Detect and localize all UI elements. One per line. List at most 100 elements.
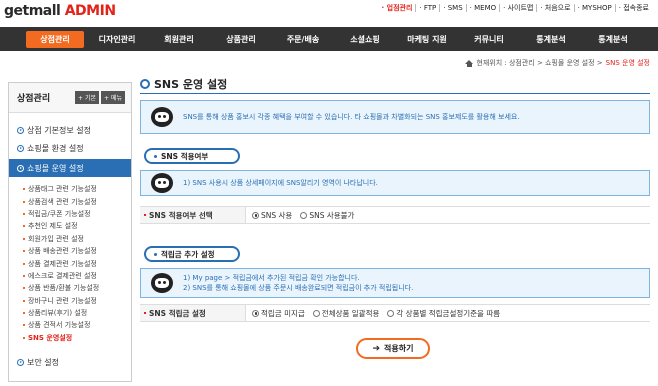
radio-label: 적립금 미지급	[261, 308, 305, 318]
label-text: SNS 적립금 설정	[149, 308, 206, 318]
radio-label: SNS 사용	[261, 210, 293, 220]
sub-item-label: SNS 운영설정	[28, 333, 73, 342]
page-title-text: SNS 운영 설정	[154, 78, 228, 91]
sub-item-review[interactable]: 상품리뷰(후기) 설정	[23, 307, 131, 319]
sns-info-box: 1) SNS 사용시 상품 상세페이지에 SNS알리기 영역이 나타납니다.	[140, 170, 650, 196]
sub-item-sns[interactable]: SNS 운영설정	[23, 332, 131, 344]
sub-item-label: 회원가입 관련 설정	[28, 234, 84, 243]
nav-community[interactable]: 커뮤니티	[460, 31, 518, 48]
nav-stats-2[interactable]: 통계분석	[584, 31, 642, 48]
apply-button[interactable]: ➔ 적용하기	[356, 338, 430, 359]
top-link-sms[interactable]: · SMS	[439, 4, 465, 12]
nav-stats-1[interactable]: 통계분석	[522, 31, 580, 48]
radio-label: 전체상품 일괄적용	[321, 308, 380, 318]
home-icon	[465, 59, 474, 67]
nav-social[interactable]: 소셜쇼핑	[336, 31, 394, 48]
circle-icon	[140, 79, 150, 89]
points-info-1: 1) My page > 적립금에서 추가된 적립금 확인 가능합니다.	[183, 274, 360, 282]
sidebar: 상점관리 + 기본 + 메뉴 상점 기본정보 설정 쇼핑몰 환경 설정 쇼핑몰 …	[8, 82, 132, 382]
sub-item-label: 상품검색 관련 기능설정	[28, 197, 97, 206]
breadcrumb-path: 현재위치 : 상점관리 > 쇼핑몰 운영 설정 >	[476, 59, 603, 67]
sidebar-item-label: 상점 기본정보 설정	[27, 125, 91, 135]
top-link-home[interactable]: · 처음으로	[536, 4, 573, 12]
sub-item-refund[interactable]: 상품 반품/환불 기능설정	[23, 282, 131, 294]
nav-store[interactable]: 상점관리	[26, 30, 84, 48]
nav-design[interactable]: 디자인관리	[88, 31, 146, 48]
points-setting-label: SNS 적립금 설정	[140, 305, 246, 321]
radio-sns-use[interactable]: SNS 사용	[252, 210, 292, 221]
title-divider	[140, 93, 650, 94]
sub-item-quote[interactable]: 상품 견적서 기능설정	[23, 319, 131, 331]
radio-points-per-product[interactable]: 각 상품별 적립금설정기준을 따름	[387, 308, 500, 319]
nav-order[interactable]: 주문/배송	[274, 31, 332, 48]
label-text: SNS 적용여부 선택	[149, 210, 213, 220]
radio-label: 각 상품별 적립금설정기준을 따름	[396, 308, 501, 318]
sub-item-label: 상품 배송관련 기능설정	[28, 247, 97, 256]
sub-item-label: 장바구니 관련 기능설정	[28, 296, 97, 305]
main-nav: 상점관리 디자인관리 회원관리 상품관리 주문/배송 소셜쇼핑 마케팅 지원 커…	[0, 27, 658, 51]
arrow-right-icon: ➔	[372, 343, 381, 354]
radio-points-none[interactable]: 적립금 미지급	[252, 308, 305, 319]
points-setting-row: SNS 적립금 설정 적립금 미지급 전체상품 일괄적용 각 상품별 적립금설정…	[140, 304, 650, 322]
page-title: SNS 운영 설정	[140, 76, 650, 92]
apply-button-label: 적용하기	[384, 344, 414, 353]
section-points: 적립금 추가 설정	[144, 246, 240, 262]
top-link-sitemap[interactable]: · 사이트맵	[499, 4, 536, 12]
sub-item-label: 상품 반품/환불 기능설정	[28, 284, 100, 293]
sidebar-item-store-info[interactable]: 상점 기본정보 설정	[9, 121, 131, 139]
logo[interactable]: getmall ADMIN	[4, 3, 116, 19]
points-info-box: 1) My page > 적립금에서 추가된 적립금 확인 가능합니다. 2) …	[140, 268, 650, 298]
radio-indicator[interactable]	[300, 211, 308, 219]
sidebar-item-environment[interactable]: 쇼핑몰 환경 설정	[9, 139, 131, 157]
sidebar-item-security[interactable]: 보안 설정	[9, 353, 131, 371]
sidebar-header: 상점관리 + 기본 + 메뉴	[9, 83, 131, 113]
radio-indicator[interactable]	[387, 309, 395, 317]
sub-item-signup[interactable]: 회원가입 관련 설정	[23, 233, 131, 245]
main-content: SNS 운영 설정 SNS를 통해 상품 홍보시 각종 혜택을 부여할 수 있습…	[140, 76, 650, 359]
top-link-myshop[interactable]: · MYSHOP	[573, 4, 615, 12]
sns-apply-label: SNS 적용여부 선택	[140, 207, 246, 223]
sidebar-menu-button[interactable]: + 메뉴	[101, 91, 125, 104]
breadcrumb-current: SNS 운영 설정	[605, 59, 650, 67]
sub-item-label: 상품 견적서 기능설정	[28, 321, 91, 330]
breadcrumb: 현재위치 : 상점관리 > 쇼핑몰 운영 설정 > SNS 운영 설정	[465, 58, 650, 68]
radio-points-all[interactable]: 전체상품 일괄적용	[312, 308, 380, 319]
sidebar-basic-button[interactable]: + 기본	[75, 91, 100, 104]
arrow-circle-icon	[17, 126, 24, 134]
nav-product[interactable]: 상품관리	[212, 31, 270, 48]
robot-icon	[151, 107, 173, 127]
sns-info-text: 1) SNS 사용시 상품 상세페이지에 SNS알리기 영역이 나타납니다.	[183, 179, 378, 187]
sub-item-label: 에스크로 결제관련 설정	[28, 271, 97, 280]
sub-item-cart[interactable]: 장바구니 관련 기능설정	[23, 295, 131, 307]
sub-item-search[interactable]: 상품검색 관련 기능설정	[23, 195, 131, 207]
sub-item-label: 적립금/쿠폰 기능설정	[28, 209, 91, 218]
sub-item-shipping[interactable]: 상품 배송관련 기능설정	[23, 245, 131, 257]
sub-item-tag[interactable]: 상품태그 관련 기능설정	[23, 183, 131, 195]
top-link-ftp[interactable]: · FTP	[415, 4, 439, 12]
sub-item-label: 추천인 제도 설정	[28, 222, 78, 231]
logo-part2: ADMIN	[64, 3, 116, 19]
radio-sns-disabled[interactable]: SNS 사용불가	[300, 210, 354, 221]
sns-apply-row: SNS 적용여부 선택 SNS 사용 SNS 사용불가	[140, 206, 650, 224]
sub-item-escrow[interactable]: 에스크로 결제관련 설정	[23, 270, 131, 282]
top-link-memo[interactable]: · MEMO	[465, 4, 499, 12]
sub-item-label: 상품 결제관련 기능설정	[28, 259, 97, 268]
nav-member[interactable]: 회원관리	[150, 31, 208, 48]
arrow-circle-icon	[17, 164, 24, 172]
top-link-logout[interactable]: · 접속종료	[614, 4, 652, 12]
radio-label: SNS 사용불가	[309, 210, 355, 220]
sidebar-item-operation[interactable]: 쇼핑몰 운영 설정	[9, 159, 131, 177]
logo-part1: getmall	[4, 3, 61, 19]
radio-indicator[interactable]	[252, 309, 259, 317]
sub-item-payment[interactable]: 상품 결제관련 기능설정	[23, 257, 131, 269]
nav-marketing[interactable]: 마케팅 지원	[398, 31, 456, 48]
top-link-store[interactable]: · 업점관리	[379, 4, 416, 12]
sub-item-label: 상품리뷰(후기) 설정	[28, 309, 88, 318]
sub-item-referral[interactable]: 추천인 제도 설정	[23, 220, 131, 232]
radio-indicator[interactable]	[312, 309, 320, 317]
sub-item-points[interactable]: 적립금/쿠폰 기능설정	[23, 208, 131, 220]
section-sns-apply: SNS 적용여부	[144, 148, 240, 164]
radio-indicator[interactable]	[252, 211, 259, 219]
points-info-2: 2) SNS를 통해 쇼핑몰에 상품 주문시 배송완료되면 적립금이 추가 적립…	[183, 284, 414, 292]
sidebar-item-label: 보안 설정	[27, 357, 59, 367]
